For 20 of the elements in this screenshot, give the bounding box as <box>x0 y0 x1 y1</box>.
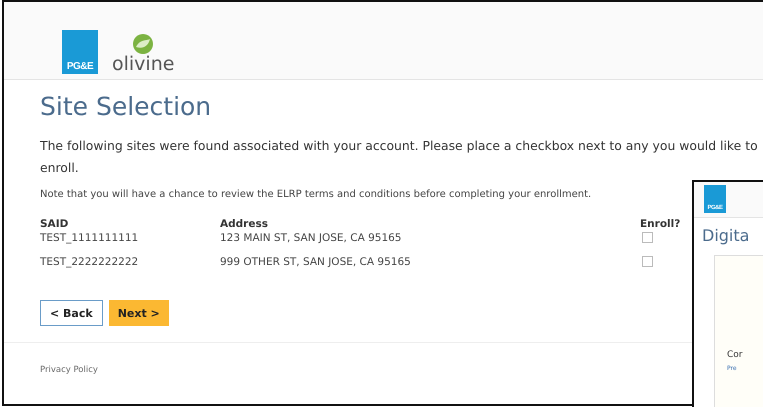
said-cell-text: TEST_2222222222 <box>40 256 140 270</box>
address-cell-text: 123 MAIN ST, SAN JOSE, CA 95165 <box>220 232 402 246</box>
address-cell-text: 999 OTHER ST, SAN JOSE, CA 95165 <box>220 256 412 270</box>
note-text: Note that you will have a chance to review the ELRP terms and conditions before completing your enrollment. <box>40 189 592 200</box>
olivine-logo-text: olivine <box>112 55 174 74</box>
column-header: Enroll? <box>640 218 682 230</box>
privacy-policy-link[interactable]: Privacy Policy <box>40 365 98 375</box>
leaf-logo-icon <box>132 33 154 55</box>
intro-text: The following sites were found associated with your account. Please place a checkbox next to any you would like to enroll. <box>40 137 759 177</box>
next-button[interactable]: Next > <box>108 300 169 326</box>
back-button[interactable]: < Back <box>40 300 103 326</box>
page-title: Site Selection <box>40 92 212 121</box>
said-cell-text: TEST_1111111111 <box>40 232 140 246</box>
body-text: Cor <box>727 350 744 360</box>
pge-logo: PG&E <box>62 30 98 74</box>
enroll-checkbox[interactable] <box>642 232 653 243</box>
enroll-checkbox[interactable] <box>642 256 653 267</box>
column-header: Address <box>220 218 269 230</box>
page-title: Digita <box>702 226 750 245</box>
column-header: SAID <box>40 218 70 230</box>
